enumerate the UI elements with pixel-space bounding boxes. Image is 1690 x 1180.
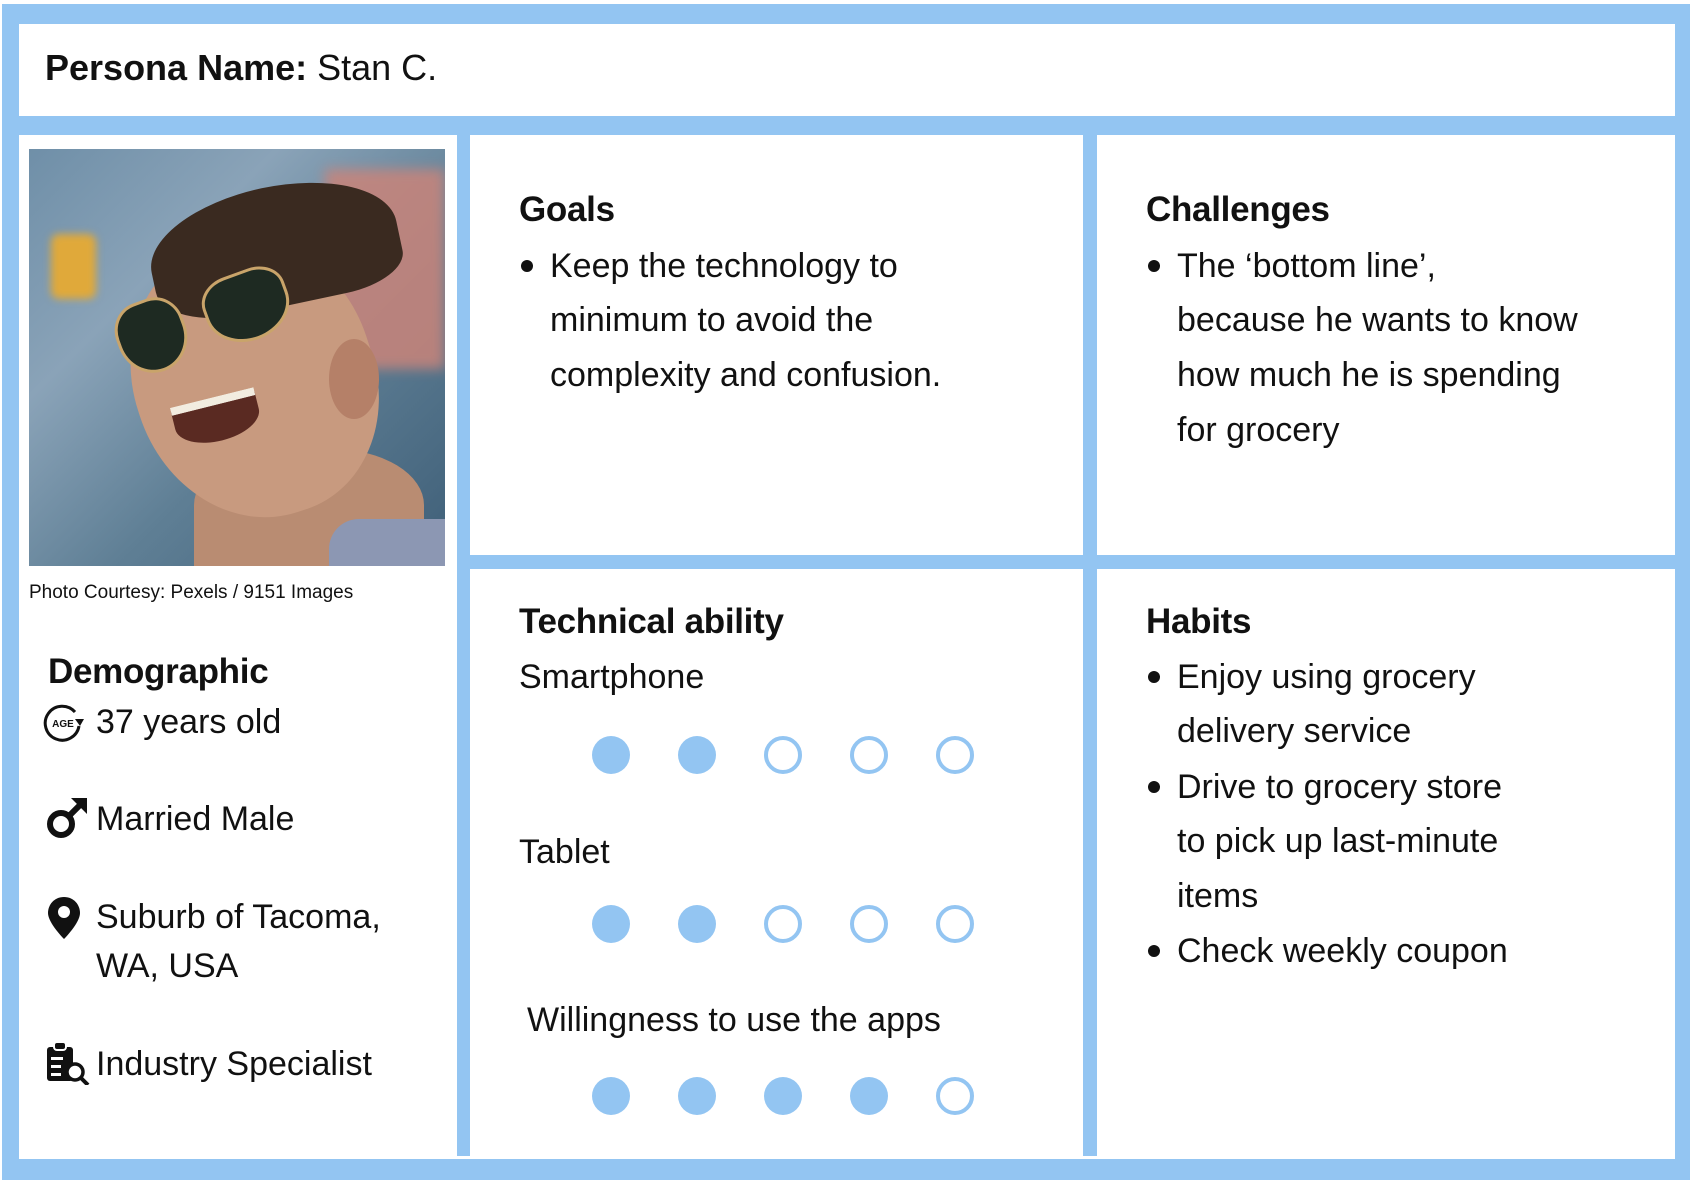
challenges-bullet-line: because he wants to know — [1177, 301, 1578, 339]
technical-heading: Technical ability — [519, 602, 784, 641]
demographic-location-line1: Suburb of Tacoma, — [96, 898, 381, 936]
persona-name-value: Stan C. — [317, 47, 438, 88]
header-panel: Persona Name: Stan C. — [19, 24, 1675, 116]
persona-name-label: Persona Name: — [45, 47, 308, 88]
habits-bullet-line: delivery service — [1177, 712, 1412, 750]
location-pin-icon — [48, 897, 80, 939]
age-icon: AGE — [43, 704, 84, 742]
rating-dot-empty — [936, 736, 974, 774]
rating-label-willingness: Willingness to use the apps — [527, 1001, 941, 1039]
bullet-icon — [521, 260, 533, 272]
goals-bullet-line: minimum to avoid the — [550, 301, 874, 339]
goals-bullet-line: Keep the technology to — [550, 247, 898, 285]
rating-dot-empty — [850, 736, 888, 774]
rating-dot-filled — [678, 736, 716, 774]
bottom-merge-strip — [19, 1156, 1675, 1159]
goals-heading: Goals — [519, 190, 615, 229]
rating-dot-filled — [678, 1077, 716, 1115]
rating-label-smartphone: Smartphone — [519, 658, 705, 696]
bullet-icon — [1148, 945, 1160, 957]
demographic-age: 37 years old — [96, 703, 282, 741]
clipboard-search-icon — [47, 1041, 90, 1085]
rating-dot-filled — [850, 1077, 888, 1115]
rating-dot-empty — [764, 905, 802, 943]
goals-bullet-line: complexity and confusion. — [550, 356, 942, 394]
rating-dot-filled — [592, 1077, 630, 1115]
demographic-occupation: Industry Specialist — [96, 1045, 372, 1083]
challenges-bullet-line: The ‘bottom line’, — [1177, 247, 1436, 285]
rating-label-tablet: Tablet — [519, 833, 610, 871]
demographic-heading: Demographic — [48, 652, 269, 691]
rating-dot-empty — [936, 905, 974, 943]
challenges-bullet-line: for grocery — [1177, 411, 1340, 449]
rating-dot-empty — [850, 905, 888, 943]
habits-bullet-line: to pick up last-minute — [1177, 822, 1499, 860]
bullet-icon — [1148, 781, 1160, 793]
demographic-location-line2: WA, USA — [96, 947, 239, 985]
challenges-heading: Challenges — [1146, 190, 1330, 229]
rating-dot-filled — [678, 905, 716, 943]
rating-dot-filled — [764, 1077, 802, 1115]
persona-name-line: Persona Name: Stan C. — [45, 48, 437, 88]
bullet-icon — [1148, 671, 1160, 683]
rating-dot-empty — [936, 1077, 974, 1115]
persona-photo — [29, 149, 445, 566]
challenges-bullet-line: how much he is spending — [1177, 356, 1561, 394]
habits-bullet-line: Enjoy using grocery — [1177, 658, 1476, 696]
svg-text:AGE: AGE — [52, 719, 74, 730]
rating-dot-filled — [592, 905, 630, 943]
demographic-gender: Married Male — [96, 800, 295, 838]
habits-heading: Habits — [1146, 602, 1252, 641]
habits-bullet-line: Drive to grocery store — [1177, 768, 1502, 806]
habits-bullet-line: items — [1177, 877, 1259, 915]
rating-dot-empty — [764, 736, 802, 774]
habits-bullet-line: Check weekly coupon — [1177, 932, 1508, 970]
male-icon — [47, 798, 87, 838]
bullet-icon — [1148, 260, 1160, 272]
rating-dot-filled — [592, 736, 630, 774]
photo-caption: Photo Courtesy: Pexels / 9151 Images — [29, 582, 354, 603]
